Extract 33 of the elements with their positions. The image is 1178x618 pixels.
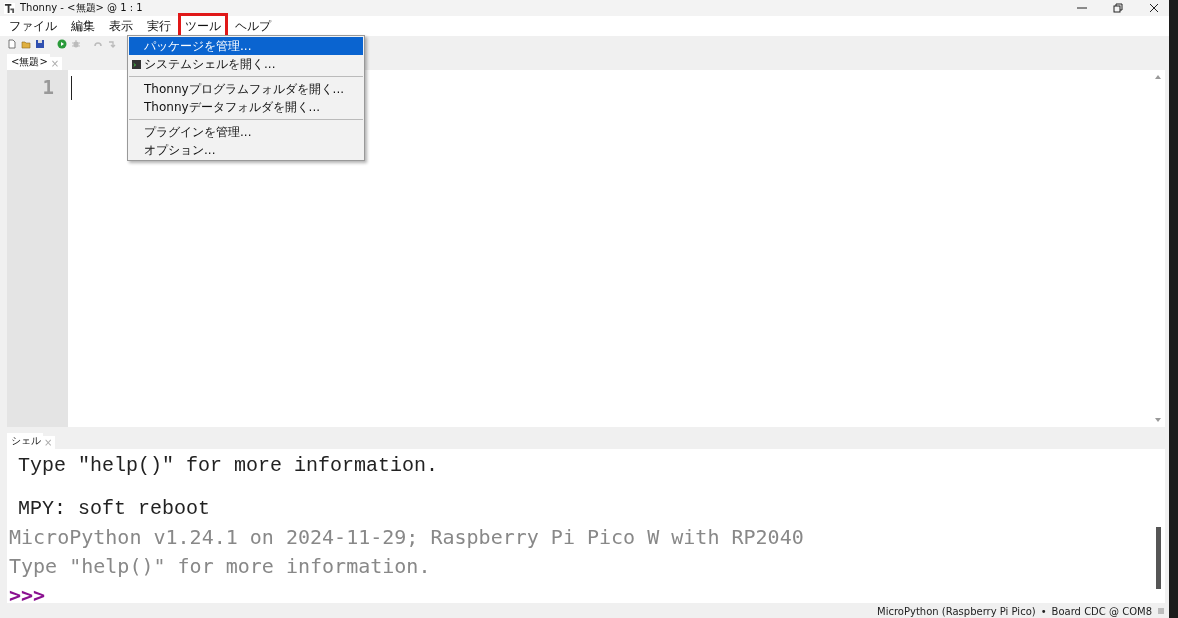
menu-option[interactable]: プラグインを管理... <box>129 123 363 141</box>
menu-item[interactable]: 表示 <box>102 12 140 40</box>
scrollbar-thumb[interactable] <box>1156 527 1161 589</box>
shell-prompt[interactable]: >>> <box>7 581 46 610</box>
menu-item[interactable]: ファイル <box>2 12 64 40</box>
shell-output: Type "help()" for more information. <box>17 453 440 479</box>
bug-icon[interactable] <box>71 39 81 49</box>
step-over-icon[interactable] <box>93 39 103 49</box>
terminal-icon <box>132 59 141 69</box>
new-file-icon[interactable] <box>7 39 17 49</box>
close-icon[interactable] <box>1149 3 1159 13</box>
shell-output: MPY: soft reboot <box>17 496 212 522</box>
grip-icon <box>1157 607 1165 615</box>
menu-option[interactable]: パッケージを管理... <box>129 37 363 55</box>
window-title: Thonny - <無題> @ 1 : 1 <box>20 1 143 15</box>
interpreter-label[interactable]: MicroPython (Raspberry Pi Pico) <box>877 605 1036 617</box>
step-into-icon[interactable] <box>107 39 117 49</box>
menu-option[interactable]: Thonnyプログラムフォルダを開く... <box>129 80 363 98</box>
editor-tab[interactable]: <無題> <box>7 54 50 70</box>
restore-icon[interactable] <box>1113 3 1123 13</box>
menu-item[interactable]: 編集 <box>64 12 102 40</box>
folder-icon[interactable] <box>21 39 31 49</box>
shell-output: MicroPython v1.24.1 on 2024-11-29; Raspberry Pi Pico W with RP2040 <box>8 524 805 551</box>
menu-option[interactable]: システムシェルを開く... <box>129 55 363 73</box>
line-number: 1 <box>42 76 54 98</box>
shell-output: Type "help()" for more information. <box>8 553 432 580</box>
menu-option[interactable]: Thonnyデータフォルダを開く... <box>129 98 363 116</box>
port-label[interactable]: Board CDC @ COM8 <box>1051 605 1152 617</box>
status-separator: • <box>1040 605 1047 617</box>
save-icon[interactable] <box>35 39 45 49</box>
menu-option[interactable]: オプション... <box>129 141 363 159</box>
run-icon[interactable] <box>57 39 67 49</box>
shell-tab[interactable]: シェル <box>7 433 43 449</box>
